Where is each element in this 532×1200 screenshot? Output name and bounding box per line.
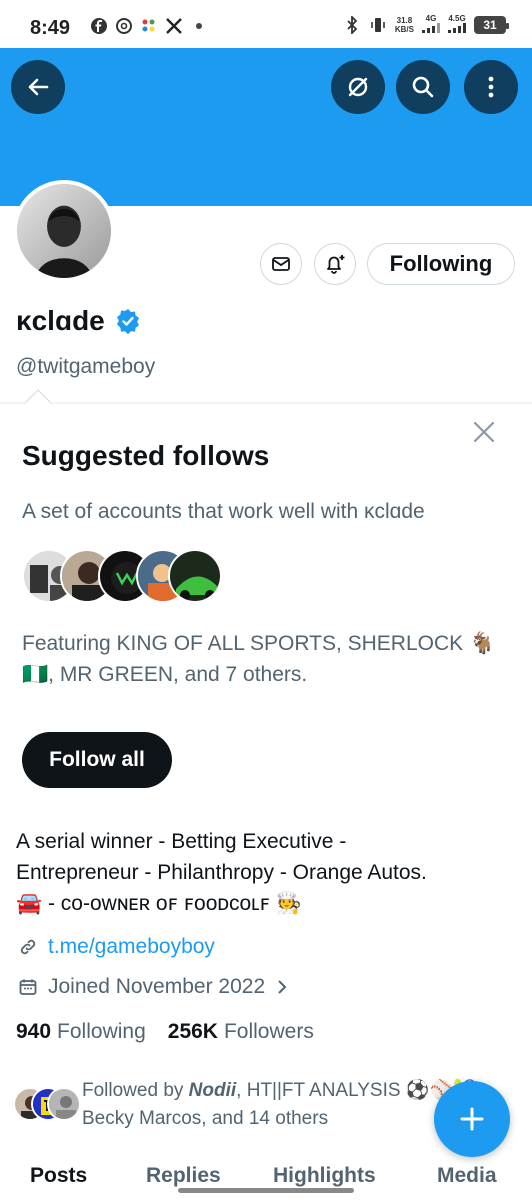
battery-indicator: 31 xyxy=(474,15,509,34)
avatar-photo xyxy=(17,184,111,278)
joined-date: Joined November 2022 xyxy=(48,975,266,998)
more-vertical-icon xyxy=(488,76,494,98)
followers-count: 256K xyxy=(167,1020,218,1043)
status-right-icons: 31.8 KB/S 4G 4.5G 31 xyxy=(343,14,509,35)
followers-count-link[interactable]: 256K Followers xyxy=(168,1020,314,1044)
tab-replies[interactable]: Replies xyxy=(146,1164,221,1188)
signal-1: 4G xyxy=(422,14,440,35)
dot-icon xyxy=(190,17,208,35)
bell-plus-icon xyxy=(327,255,345,274)
suggested-avatar xyxy=(168,549,222,603)
suggested-avatars[interactable] xyxy=(22,549,222,605)
envelope-icon xyxy=(272,257,290,271)
follow-counts: 940 Following 256K Followers xyxy=(16,1020,314,1044)
following-count-link[interactable]: 940 Following xyxy=(16,1020,146,1044)
display-name: κclɑde xyxy=(16,305,105,336)
caret-pointer xyxy=(25,389,51,415)
net-speed: 31.8 KB/S xyxy=(394,15,414,34)
user-handle: @twitgameboy xyxy=(16,355,156,378)
tab-posts[interactable]: Posts xyxy=(30,1164,87,1188)
arrow-left-icon xyxy=(28,78,49,96)
vibrate-icon xyxy=(369,16,387,34)
search-button[interactable] xyxy=(396,60,450,114)
home-indicator[interactable] xyxy=(178,1188,354,1193)
search-icon xyxy=(412,76,434,98)
verified-badge-icon[interactable] xyxy=(115,308,141,334)
following-button[interactable]: Following xyxy=(367,243,515,285)
more-options-button[interactable] xyxy=(464,60,518,114)
bio-line: 🚘 - ᴄᴏ-ᴏᴡɴᴇʀ ᴏꜰ ꜰᴏᴏᴅᴄᴏʟꜰ 🧑‍🍳 xyxy=(16,892,302,915)
back-button[interactable] xyxy=(11,60,65,114)
bluetooth-icon xyxy=(343,15,361,34)
status-notification-icons xyxy=(90,17,208,35)
close-icon[interactable] xyxy=(470,418,498,446)
followed-by-avatars[interactable] xyxy=(13,1087,81,1123)
suggested-follows-subtitle: A set of accounts that work well with κc… xyxy=(22,500,425,523)
display-name-row: κclɑde xyxy=(16,305,141,337)
suggested-featuring-text: Featuring KING OF ALL SPORTS, SHERLOCK 🐐… xyxy=(22,632,496,686)
bio-line: A serial winner - Betting Executive - xyxy=(16,830,347,853)
website-link[interactable]: t.me/gameboyboy xyxy=(48,935,215,959)
notifications-button[interactable] xyxy=(314,243,356,285)
calendar-icon xyxy=(19,979,37,995)
signal-2: 4.5G xyxy=(448,14,466,35)
follower-avatar xyxy=(47,1087,81,1121)
x-logo-icon xyxy=(165,17,183,35)
following-label: Following xyxy=(57,1020,146,1043)
follower-name: Nodii xyxy=(188,1080,237,1101)
colorful-app-icon xyxy=(140,17,158,35)
suggested-follows-title: Suggested follows xyxy=(22,440,270,471)
profile-avatar[interactable] xyxy=(13,180,115,282)
status-bar: 8:49 31.8 KB/S 4G 4.5G 31 xyxy=(0,0,532,52)
facebook-icon xyxy=(90,17,108,35)
profile-tabs: Posts Replies Highlights Media xyxy=(0,1160,532,1200)
website-row: t.me/gameboyboy xyxy=(18,935,215,959)
profile-bio: A serial winner - Betting Executive - En… xyxy=(16,826,516,919)
bio-line: Entrepreneur - Philanthropy - Orange Aut… xyxy=(16,861,427,884)
threads-icon xyxy=(115,17,133,35)
followers-label: Followers xyxy=(223,1020,314,1043)
tab-media[interactable]: Media xyxy=(437,1164,497,1188)
link-icon xyxy=(20,939,36,955)
tab-highlights[interactable]: Highlights xyxy=(273,1164,376,1188)
grok-button[interactable] xyxy=(331,60,385,114)
plus-icon xyxy=(460,1107,484,1131)
joined-row[interactable]: Joined November 2022 xyxy=(18,975,289,999)
message-button[interactable] xyxy=(260,243,302,285)
section-divider xyxy=(0,402,532,404)
following-count: 940 xyxy=(16,1020,52,1043)
compose-post-button[interactable] xyxy=(434,1081,510,1157)
status-time: 8:49 xyxy=(30,17,71,39)
chevron-right-icon xyxy=(278,980,287,994)
grok-icon xyxy=(348,77,368,97)
follow-all-button[interactable]: Follow all xyxy=(22,732,172,788)
